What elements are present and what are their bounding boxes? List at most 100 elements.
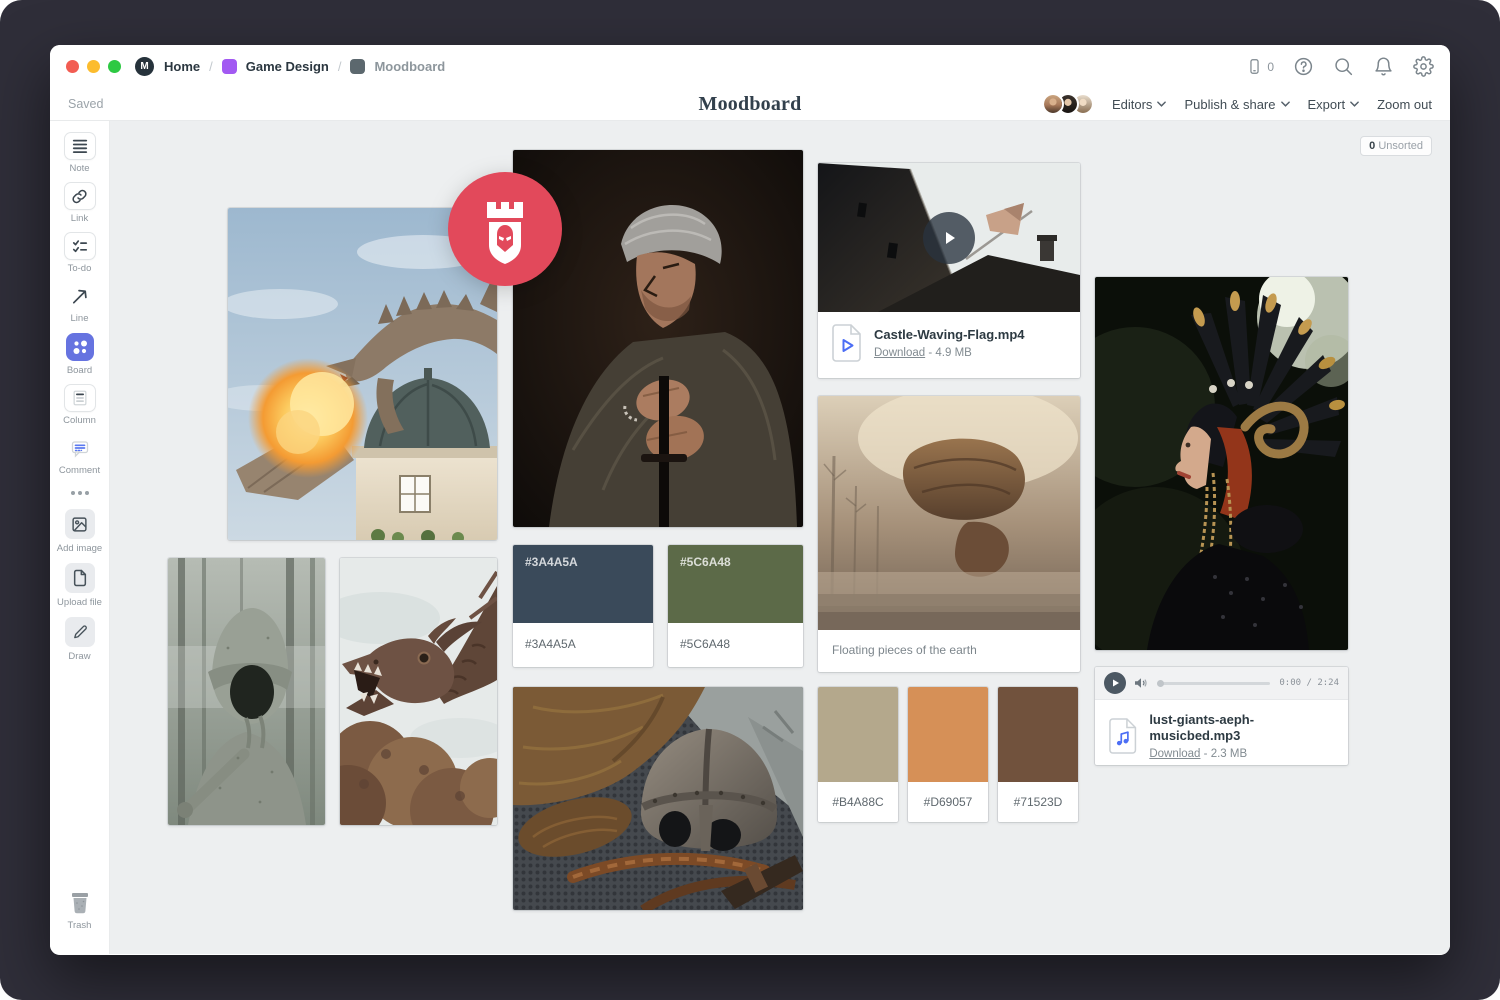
audio-size: - 2.3 MB: [1204, 748, 1247, 760]
tool-todo[interactable]: To-do: [50, 233, 109, 274]
audio-file-icon: [1109, 717, 1137, 755]
tool-draw[interactable]: Draw: [50, 617, 109, 662]
breadcrumb-moodboard: Moodboard: [374, 59, 445, 74]
breadcrumb-separator: /: [209, 59, 213, 74]
close-window-button[interactable]: [66, 60, 79, 73]
video-size: - 4.9 MB: [928, 347, 971, 359]
swatch-hex-label: #3A4A5A: [513, 623, 653, 665]
upload-file-icon: [72, 569, 88, 587]
editors-menu[interactable]: Editors: [1112, 97, 1166, 112]
image-viking-helmet[interactable]: [513, 687, 803, 910]
tool-note[interactable]: Note: [50, 133, 109, 174]
video-play-button[interactable]: [923, 212, 975, 264]
bell-icon: [1373, 56, 1394, 77]
export-label: Export: [1308, 97, 1346, 112]
tool-link[interactable]: Link: [50, 183, 109, 224]
play-icon: [1110, 678, 1120, 688]
swatch-color-block: #3A4A5A: [513, 545, 653, 623]
tool-board[interactable]: Board: [50, 333, 109, 376]
tool-comment[interactable]: Comment: [50, 435, 109, 476]
milanote-logo[interactable]: M: [135, 57, 154, 76]
woman-headdress-illustration: [1095, 277, 1348, 650]
device-count: 0: [1267, 60, 1274, 74]
breadcrumb-separator: /: [338, 59, 342, 74]
viking-helmet-illustration: [513, 687, 803, 910]
trash[interactable]: Trash: [50, 890, 109, 931]
app-window: M Home / Game Design / Moodboard 0: [50, 45, 1450, 955]
device-preview-button[interactable]: 0: [1246, 56, 1274, 77]
publish-share-menu[interactable]: Publish & share: [1184, 97, 1289, 112]
window-controls: [66, 60, 121, 73]
swatch-hex-label: #5C6A48: [668, 623, 803, 665]
board-icon: [66, 333, 94, 361]
gear-icon: [1413, 56, 1434, 77]
line-icon: [70, 287, 89, 306]
swatch-color-block: [998, 687, 1078, 782]
color-swatch-card[interactable]: #5C6A48 #5C6A48: [668, 545, 803, 667]
color-swatch-card[interactable]: #B4A88C: [818, 687, 898, 822]
desktop-background: M Home / Game Design / Moodboard 0: [0, 0, 1500, 1000]
video-thumbnail: [818, 163, 1080, 312]
publish-share-label: Publish & share: [1184, 97, 1275, 112]
search-button[interactable]: [1333, 56, 1354, 77]
device-icon: [1246, 56, 1263, 77]
swatch-hex-overlay: #3A4A5A: [525, 555, 578, 569]
avatar: [1042, 93, 1064, 115]
zoom-out-button[interactable]: Zoom out: [1377, 97, 1432, 112]
floating-rock-card[interactable]: Floating pieces of the earth: [818, 396, 1080, 672]
chevron-down-icon: [1157, 101, 1166, 107]
editor-avatars[interactable]: [1042, 93, 1094, 115]
knight-statue-illustration: [168, 558, 325, 825]
search-icon: [1333, 56, 1354, 77]
swatch-hex-label: #D69057: [908, 782, 988, 822]
tool-upload-file[interactable]: Upload file: [50, 563, 109, 608]
header: M Home / Game Design / Moodboard 0: [50, 45, 1450, 121]
board-canvas[interactable]: Castle-Waving-Flag.mp4 Download - 4.9 MB: [110, 121, 1450, 954]
trash-icon: [66, 890, 94, 916]
editors-label: Editors: [1112, 97, 1152, 112]
maximize-window-button[interactable]: [108, 60, 121, 73]
color-swatch-card[interactable]: #D69057: [908, 687, 988, 822]
tool-add-image[interactable]: Add image: [50, 509, 109, 554]
video-card[interactable]: Castle-Waving-Flag.mp4 Download - 4.9 MB: [818, 163, 1080, 378]
tool-line[interactable]: Line: [50, 283, 109, 324]
board-thumb-icon-moodboard[interactable]: [350, 59, 365, 74]
unsorted-label: Unsorted: [1378, 140, 1423, 152]
image-woman-headdress[interactable]: [1095, 277, 1348, 650]
help-icon: [1293, 56, 1314, 77]
video-download-link[interactable]: Download: [874, 347, 925, 359]
audio-time: 0:00 / 2:24: [1279, 678, 1339, 688]
breadcrumb-home[interactable]: Home: [164, 59, 200, 74]
page-title: Moodboard: [699, 93, 802, 116]
swatch-hex-label: #71523D: [998, 782, 1078, 822]
breadcrumb: Home / Game Design / Moodboard: [164, 59, 445, 74]
crest-shield-icon[interactable]: [448, 172, 562, 286]
unsorted-badge[interactable]: 0 Unsorted: [1360, 136, 1432, 156]
play-icon: [939, 228, 959, 248]
audio-progress-knob[interactable]: [1157, 680, 1164, 687]
swatch-color-block: #5C6A48: [668, 545, 803, 623]
more-tools-button[interactable]: [71, 491, 89, 495]
volume-icon[interactable]: [1134, 677, 1148, 689]
audio-play-button[interactable]: [1104, 672, 1126, 694]
link-icon: [71, 188, 88, 205]
unsorted-count: 0: [1369, 140, 1375, 152]
help-button[interactable]: [1293, 56, 1314, 77]
video-filename: Castle-Waving-Flag.mp4: [874, 327, 1024, 343]
audio-download-link[interactable]: Download: [1149, 748, 1200, 760]
export-menu[interactable]: Export: [1308, 97, 1360, 112]
color-swatch-card[interactable]: #3A4A5A #3A4A5A: [513, 545, 653, 667]
settings-button[interactable]: [1413, 56, 1434, 77]
color-swatch-card[interactable]: #71523D: [998, 687, 1078, 822]
minimize-window-button[interactable]: [87, 60, 100, 73]
notifications-button[interactable]: [1373, 56, 1394, 77]
note-icon: [71, 138, 89, 154]
chevron-down-icon: [1350, 101, 1359, 107]
audio-card[interactable]: 0:00 / 2:24 lust-giants-aeph-musicbed.mp…: [1095, 667, 1348, 765]
audio-progress-track[interactable]: [1157, 682, 1270, 685]
image-knight-statue[interactable]: [168, 558, 325, 825]
image-dragon-head-statue[interactable]: [340, 558, 497, 825]
breadcrumb-game-design[interactable]: Game Design: [246, 59, 329, 74]
tool-column[interactable]: Column: [50, 385, 109, 426]
board-thumb-icon-game-design[interactable]: [222, 59, 237, 74]
